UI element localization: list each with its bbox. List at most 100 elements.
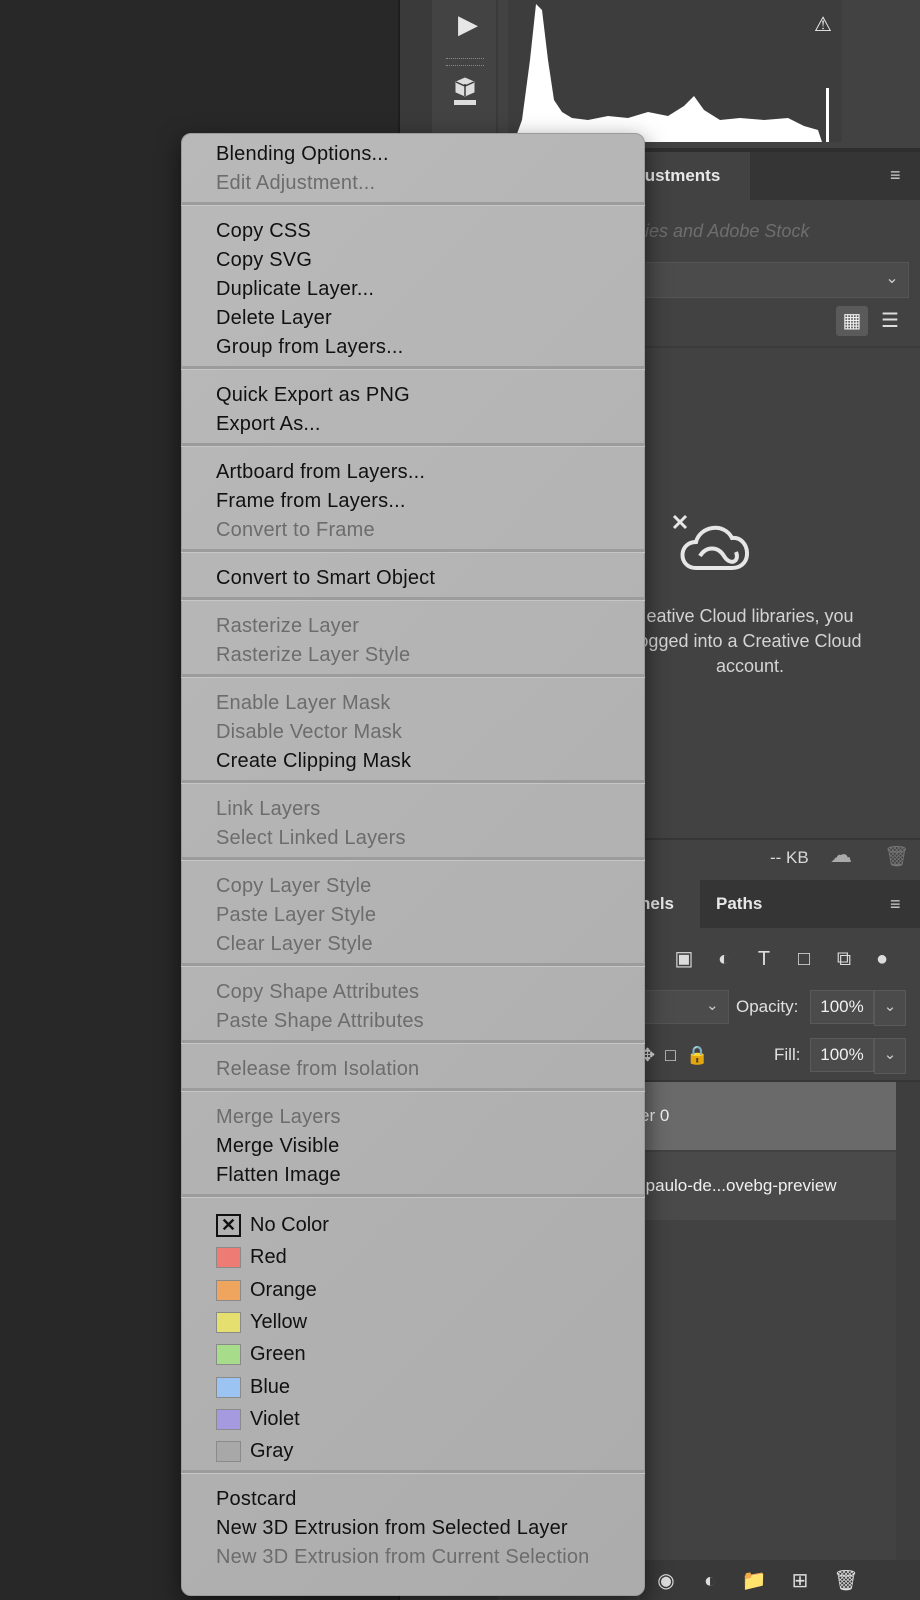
menu-item-copy-shape-attributes: Copy Shape Attributes <box>216 981 420 1003</box>
panel-menu-icon[interactable]: ≡ <box>890 165 912 185</box>
cloud-offline-icon: ☁ <box>830 842 852 867</box>
menu-item-convert-to-smart-object[interactable]: Convert to Smart Object <box>216 564 435 593</box>
warning-icon[interactable]: ⚠ <box>810 12 836 36</box>
grip-handle[interactable] <box>446 58 484 66</box>
fill-input[interactable]: 100% <box>810 1038 874 1072</box>
menu-item-new-3d-extrusion-from-selected-layer[interactable]: New 3D Extrusion from Selected Layer <box>216 1514 568 1543</box>
menu-separator <box>181 443 645 447</box>
menu-item-color-orange[interactable]: Orange <box>250 1276 317 1305</box>
menu-item-color-gray[interactable]: Gray <box>250 1437 293 1466</box>
menu-separator <box>181 366 645 370</box>
menu-separator <box>181 1040 645 1044</box>
menu-item-color-green[interactable]: Green <box>250 1340 306 1369</box>
menu-item-merge-visible[interactable]: Merge Visible <box>216 1132 339 1161</box>
grid-view-icon[interactable]: ▦ <box>836 306 868 336</box>
menu-separator <box>181 202 645 206</box>
menu-item-copy-svg[interactable]: Copy SVG <box>216 246 312 275</box>
shape-filter-icon[interactable]: □ <box>790 944 818 974</box>
list-view-icon[interactable]: ☰ <box>874 306 906 336</box>
menu-item-color-no-color[interactable]: No Color <box>250 1211 329 1240</box>
menu-item-enable-layer-mask: Enable Layer Mask <box>216 692 391 714</box>
menu-item-copy-css[interactable]: Copy CSS <box>216 217 311 246</box>
menu-separator <box>181 963 645 967</box>
menu-item-rasterize-layer-style: Rasterize Layer Style <box>216 644 411 666</box>
library-size-label: -- KB <box>770 848 809 867</box>
lock-controls[interactable]: ✥ □ 🔒 <box>640 1040 740 1070</box>
trash-icon[interactable]: 🗑 <box>832 1568 860 1594</box>
panel-separator <box>640 346 920 348</box>
menu-separator <box>181 1194 645 1198</box>
adjustment-filter-icon[interactable]: ◐ <box>710 944 738 974</box>
no-color-checkbox-icon: ✕ <box>216 1214 241 1237</box>
opacity-input[interactable]: 100% <box>810 990 874 1024</box>
menu-item-create-clipping-mask[interactable]: Create Clipping Mask <box>216 747 411 776</box>
menu-separator <box>181 549 645 553</box>
menu-item-color-red[interactable]: Red <box>250 1243 287 1272</box>
menu-item-merge-layers: Merge Layers <box>216 1106 341 1128</box>
cc-login-message: eative Cloud libraries, you ogged into a… <box>638 606 862 676</box>
library-select[interactable] <box>640 262 909 298</box>
menu-separator <box>181 780 645 784</box>
menu-item-rasterize-layer: Rasterize Layer <box>216 615 360 637</box>
menu-item-color-yellow[interactable]: Yellow <box>250 1308 307 1337</box>
menu-item-flatten-image[interactable]: Flatten Image <box>216 1161 341 1190</box>
layer-row-layer0[interactable]: er 0 <box>640 1082 896 1150</box>
menu-item-frame-from-layers[interactable]: Frame from Layers... <box>216 487 406 516</box>
menu-item-new-3d-extrusion-from-current-selection: New 3D Extrusion from Current Selection <box>216 1546 590 1569</box>
filter-toggle-icon[interactable]: ● <box>868 944 896 974</box>
menu-item-delete-layer[interactable]: Delete Layer <box>216 304 332 333</box>
menu-item-clear-layer-style: Clear Layer Style <box>216 933 373 955</box>
menu-separator <box>181 1470 645 1475</box>
menu-item-disable-vector-mask: Disable Vector Mask <box>216 721 403 743</box>
color-swatch-gray <box>216 1441 241 1463</box>
layer-row-image[interactable]: -paulo-de...ovebg-preview <box>640 1152 896 1220</box>
image-filter-icon[interactable]: ▣ <box>670 944 698 974</box>
menu-item-blending-options[interactable]: Blending Options... <box>216 140 389 169</box>
adjustment-layer-icon[interactable]: ◐ <box>696 1568 724 1594</box>
color-swatch-red <box>216 1247 241 1269</box>
menu-item-edit-adjustment: Edit Adjustment... <box>216 172 376 194</box>
new-layer-icon[interactable]: ⊞ <box>786 1568 814 1594</box>
3d-cube-icon[interactable] <box>448 76 482 110</box>
layer-filter-row: ▣ ◐ T □ ⧉ ● <box>640 944 920 978</box>
color-swatch-orange <box>216 1279 241 1301</box>
tab-adjustments[interactable]: justments <box>640 152 750 200</box>
menu-item-artboard-from-layers[interactable]: Artboard from Layers... <box>216 458 425 487</box>
menu-separator <box>181 674 645 678</box>
menu-item-copy-layer-style: Copy Layer Style <box>216 875 372 897</box>
creative-cloud-offline-icon <box>672 514 749 570</box>
menu-item-group-from-layers[interactable]: Group from Layers... <box>216 333 403 362</box>
fill-dropdown[interactable]: ⌄ <box>874 1038 906 1074</box>
chevron-down-icon: ⌄ <box>706 997 719 1014</box>
panel-menu-icon[interactable]: ≡ <box>890 894 912 914</box>
tab-channels[interactable]: nels <box>640 880 700 928</box>
fill-label: Fill: <box>774 1045 801 1064</box>
menu-item-quick-export-as-png[interactable]: Quick Export as PNG <box>216 381 410 410</box>
color-swatch-yellow <box>216 1311 241 1333</box>
opacity-dropdown[interactable]: ⌄ <box>874 990 906 1026</box>
play-icon[interactable]: ▶ <box>448 6 488 42</box>
layers-scrollbar[interactable] <box>896 1082 920 1562</box>
smart-object-filter-icon[interactable]: ⧉ <box>830 944 858 974</box>
color-swatch-green <box>216 1344 241 1366</box>
chevron-down-icon: ⌄ <box>885 270 899 287</box>
menu-item-select-linked-layers: Select Linked Layers <box>216 827 406 849</box>
menu-item-export-as[interactable]: Export As... <box>216 410 321 439</box>
menu-item-link-layers: Link Layers <box>216 798 321 820</box>
histogram <box>508 0 842 142</box>
menu-separator <box>181 857 645 861</box>
tab-paths[interactable]: Paths <box>716 880 786 928</box>
menu-item-postcard[interactable]: Postcard <box>216 1485 297 1514</box>
menu-item-duplicate-layer[interactable]: Duplicate Layer... <box>216 275 374 304</box>
opacity-label: Opacity: <box>736 997 799 1016</box>
menu-item-color-violet[interactable]: Violet <box>250 1405 300 1434</box>
color-swatch-violet <box>216 1408 241 1430</box>
new-group-icon[interactable]: 📁 <box>740 1568 768 1594</box>
menu-item-convert-to-frame: Convert to Frame <box>216 519 375 541</box>
menu-separator <box>181 597 645 601</box>
menu-item-color-blue[interactable]: Blue <box>250 1373 290 1402</box>
library-search-input[interactable]: ies and Adobe Stock <box>645 216 905 246</box>
type-filter-icon[interactable]: T <box>750 944 778 974</box>
add-mask-icon[interactable]: ◉ <box>652 1568 680 1594</box>
menu-separator <box>181 1088 645 1092</box>
